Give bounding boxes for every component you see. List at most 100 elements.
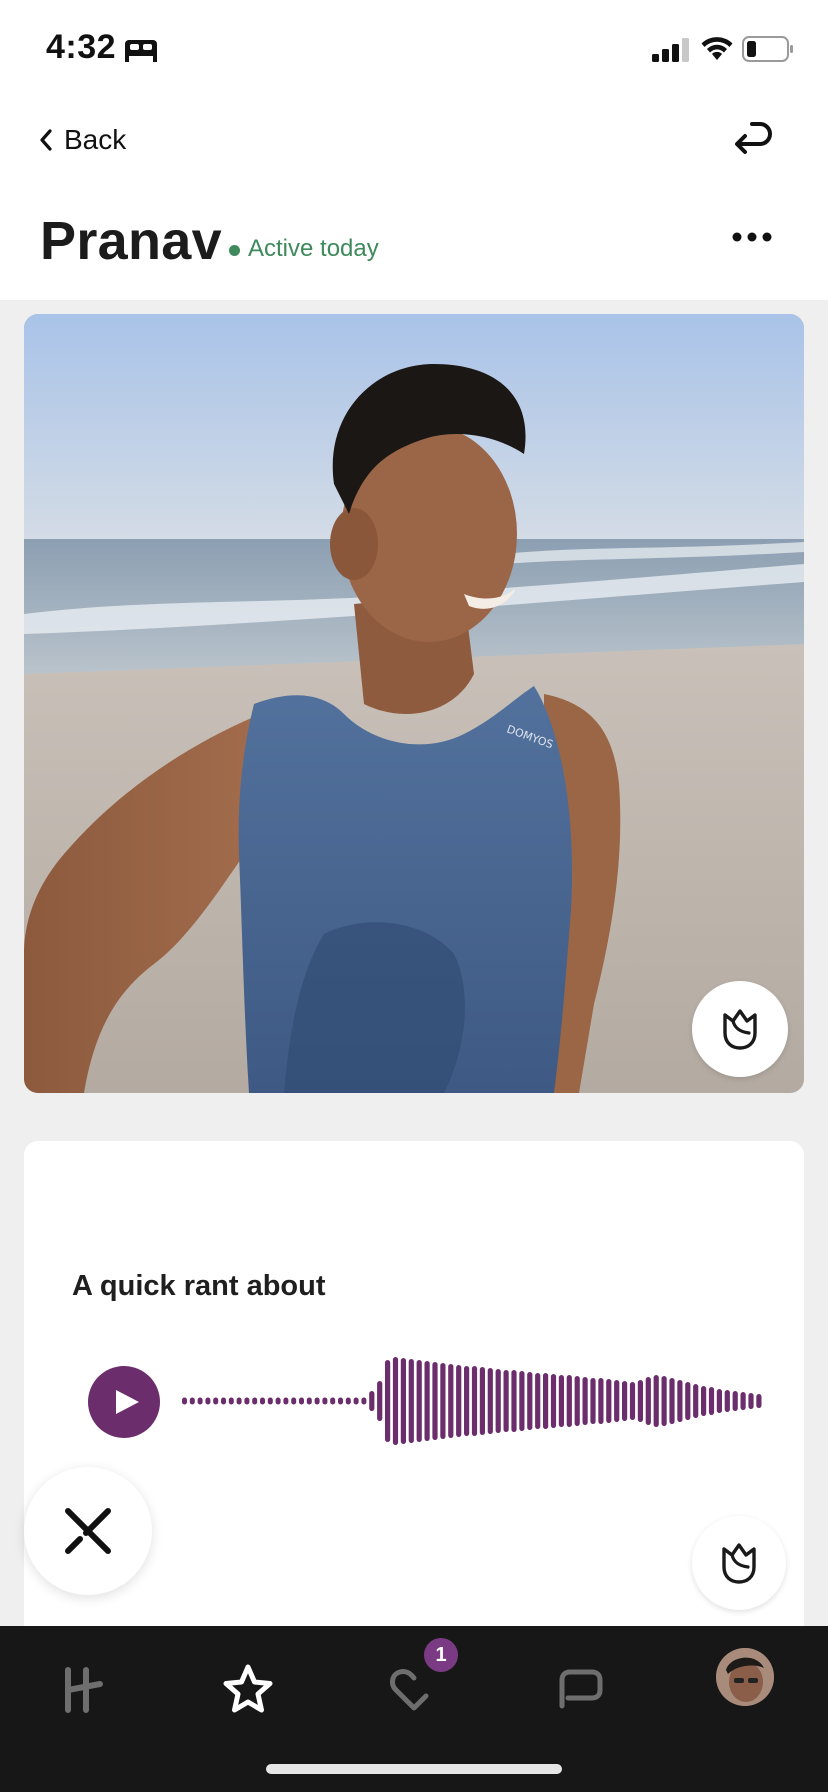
avatar-image bbox=[716, 1648, 774, 1706]
waveform-bar bbox=[385, 1360, 391, 1442]
status-time: 4:32 bbox=[46, 28, 117, 66]
waveform-bar bbox=[535, 1373, 541, 1429]
waveform-bar bbox=[503, 1370, 509, 1432]
waveform-bar bbox=[653, 1375, 659, 1427]
waveform-bar bbox=[748, 1393, 754, 1409]
waveform-bar bbox=[432, 1362, 438, 1440]
send-rose-button[interactable] bbox=[692, 981, 788, 1077]
profile-photo[interactable]: DOMYOS bbox=[24, 314, 804, 1093]
waveform-bar bbox=[606, 1379, 612, 1423]
more-options-icon[interactable] bbox=[730, 226, 774, 248]
waveform-bar bbox=[582, 1377, 588, 1425]
waveform-bar bbox=[669, 1378, 675, 1424]
hinge-logo-icon bbox=[65, 1667, 103, 1713]
waveform-bar bbox=[732, 1391, 738, 1411]
waveform-bar bbox=[306, 1397, 312, 1405]
waveform-bar bbox=[291, 1397, 297, 1405]
waveform-bar bbox=[369, 1391, 375, 1411]
waveform-bar bbox=[236, 1397, 242, 1405]
active-status-text: Active today bbox=[248, 235, 379, 262]
waveform-bar bbox=[260, 1397, 265, 1405]
waveform-bar bbox=[244, 1397, 250, 1405]
messages-tab[interactable] bbox=[540, 1650, 620, 1730]
wifi-icon bbox=[701, 37, 733, 60]
waveform-bar bbox=[543, 1373, 549, 1429]
waveform-bar bbox=[392, 1357, 399, 1445]
waveform-bar bbox=[448, 1364, 454, 1438]
message-bubble-icon bbox=[559, 1669, 603, 1709]
waveform-bar bbox=[197, 1397, 203, 1405]
waveform-bar bbox=[456, 1365, 462, 1437]
active-status-dot bbox=[229, 245, 240, 256]
waveform-bar bbox=[645, 1377, 651, 1425]
status-bar: 4:32 bbox=[0, 0, 828, 100]
waveform-bar bbox=[558, 1375, 564, 1427]
sleep-icon bbox=[125, 40, 157, 62]
battery-icon bbox=[742, 36, 793, 62]
waveform-bar bbox=[205, 1397, 211, 1405]
waveform-bar bbox=[622, 1381, 628, 1421]
waveform-bar bbox=[314, 1397, 320, 1405]
waveform-bar bbox=[527, 1372, 533, 1430]
waveform-bar bbox=[416, 1360, 422, 1442]
chevron-left-icon bbox=[40, 129, 52, 151]
likes-count-badge: 1 bbox=[424, 1638, 458, 1672]
waveform-bar bbox=[189, 1397, 195, 1405]
waveform-bar bbox=[330, 1397, 336, 1405]
waveform-bar bbox=[275, 1397, 281, 1405]
waveform-bar bbox=[511, 1370, 517, 1432]
waveform-bar bbox=[252, 1397, 258, 1405]
send-rose-button[interactable] bbox=[692, 1516, 786, 1610]
waveform-bar bbox=[708, 1387, 715, 1415]
waveform-bar bbox=[471, 1366, 478, 1436]
waveform-bar bbox=[693, 1384, 699, 1418]
play-button[interactable] bbox=[88, 1366, 160, 1438]
waveform-bar bbox=[614, 1380, 620, 1422]
waveform-bar bbox=[685, 1382, 691, 1420]
photo-illustration: DOMYOS bbox=[24, 314, 804, 1093]
close-icon bbox=[65, 1508, 111, 1554]
undo-icon[interactable] bbox=[730, 118, 778, 162]
waveform-bar bbox=[338, 1397, 343, 1405]
play-icon bbox=[115, 1390, 139, 1414]
waveform-bar bbox=[479, 1367, 485, 1435]
audio-waveform[interactable] bbox=[174, 1351, 764, 1451]
star-icon bbox=[223, 1664, 273, 1713]
waveform-bar bbox=[519, 1371, 525, 1431]
waveform-bar bbox=[221, 1397, 226, 1405]
standouts-tab[interactable] bbox=[208, 1650, 288, 1730]
waveform-bar bbox=[377, 1381, 383, 1421]
waveform-bar bbox=[756, 1394, 762, 1408]
waveform-bar bbox=[213, 1397, 219, 1405]
waveform-bar bbox=[182, 1397, 187, 1405]
signal-icon bbox=[652, 38, 689, 62]
avatar[interactable] bbox=[716, 1648, 774, 1706]
waveform-bar bbox=[716, 1389, 722, 1413]
waveform-bar bbox=[322, 1397, 328, 1405]
waveform-bar bbox=[283, 1397, 289, 1405]
waveform-bar bbox=[661, 1376, 667, 1426]
rose-icon bbox=[723, 1009, 757, 1050]
waveform-bar bbox=[598, 1378, 604, 1424]
rose-icon bbox=[722, 1543, 756, 1584]
waveform-bar bbox=[408, 1359, 414, 1443]
waveform-bar bbox=[677, 1380, 683, 1422]
back-label: Back bbox=[64, 124, 127, 155]
home-tab[interactable] bbox=[42, 1650, 122, 1730]
waveform-bar bbox=[724, 1390, 730, 1412]
waveform-bar bbox=[590, 1378, 596, 1424]
waveform-bar bbox=[353, 1397, 359, 1405]
waveform-bar bbox=[550, 1374, 557, 1428]
waveform-bar bbox=[574, 1376, 580, 1426]
waveform-bar bbox=[228, 1397, 234, 1405]
waveform-bar bbox=[400, 1358, 406, 1444]
waveform-bar bbox=[740, 1392, 746, 1410]
home-indicator bbox=[266, 1764, 562, 1774]
voice-prompt-title: A quick rant about bbox=[72, 1270, 326, 1302]
waveform-bar bbox=[424, 1361, 430, 1441]
waveform-bar bbox=[637, 1380, 643, 1422]
back-button[interactable]: Back bbox=[38, 120, 126, 160]
waveform-bar bbox=[487, 1368, 493, 1434]
waveform-bar bbox=[701, 1386, 707, 1416]
dismiss-button[interactable] bbox=[24, 1467, 152, 1595]
